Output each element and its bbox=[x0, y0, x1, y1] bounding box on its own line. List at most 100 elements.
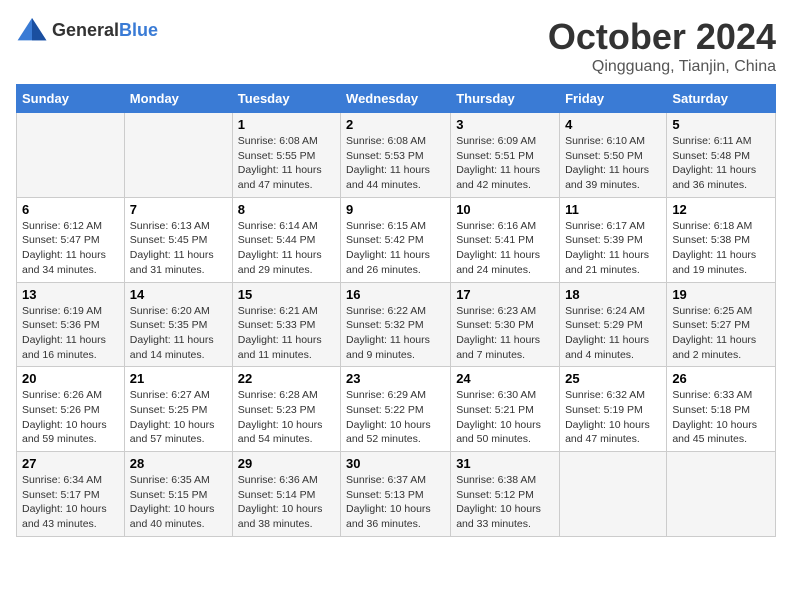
daylight-text: Daylight: 10 hours and 54 minutes. bbox=[238, 419, 323, 446]
calendar-cell: 25 Sunrise: 6:32 AM Sunset: 5:19 PM Dayl… bbox=[560, 367, 667, 452]
day-info: Sunrise: 6:23 AM Sunset: 5:30 PM Dayligh… bbox=[456, 304, 554, 363]
day-info: Sunrise: 6:09 AM Sunset: 5:51 PM Dayligh… bbox=[456, 134, 554, 193]
weekday-header-saturday: Saturday bbox=[667, 85, 776, 113]
calendar-week-row: 27 Sunrise: 6:34 AM Sunset: 5:17 PM Dayl… bbox=[17, 452, 776, 537]
sunset-text: Sunset: 5:14 PM bbox=[238, 489, 316, 501]
daylight-text: Daylight: 11 hours and 24 minutes. bbox=[456, 249, 540, 276]
day-number: 5 bbox=[672, 117, 770, 132]
sunset-text: Sunset: 5:45 PM bbox=[130, 234, 208, 246]
sunset-text: Sunset: 5:48 PM bbox=[672, 150, 750, 162]
sunrise-text: Sunrise: 6:10 AM bbox=[565, 135, 645, 147]
day-number: 15 bbox=[238, 287, 335, 302]
daylight-text: Daylight: 10 hours and 33 minutes. bbox=[456, 503, 541, 530]
calendar-cell: 29 Sunrise: 6:36 AM Sunset: 5:14 PM Dayl… bbox=[232, 452, 340, 537]
sunrise-text: Sunrise: 6:34 AM bbox=[22, 474, 102, 486]
day-number: 28 bbox=[130, 456, 227, 471]
daylight-text: Daylight: 11 hours and 4 minutes. bbox=[565, 334, 649, 361]
sunrise-text: Sunrise: 6:21 AM bbox=[238, 305, 318, 317]
daylight-text: Daylight: 11 hours and 14 minutes. bbox=[130, 334, 214, 361]
calendar-cell: 10 Sunrise: 6:16 AM Sunset: 5:41 PM Dayl… bbox=[451, 197, 560, 282]
day-info: Sunrise: 6:28 AM Sunset: 5:23 PM Dayligh… bbox=[238, 388, 335, 447]
day-info: Sunrise: 6:26 AM Sunset: 5:26 PM Dayligh… bbox=[22, 388, 119, 447]
day-info: Sunrise: 6:12 AM Sunset: 5:47 PM Dayligh… bbox=[22, 219, 119, 278]
logo: GeneralBlue bbox=[16, 16, 158, 44]
daylight-text: Daylight: 10 hours and 40 minutes. bbox=[130, 503, 215, 530]
calendar-cell: 30 Sunrise: 6:37 AM Sunset: 5:13 PM Dayl… bbox=[341, 452, 451, 537]
calendar-cell: 9 Sunrise: 6:15 AM Sunset: 5:42 PM Dayli… bbox=[341, 197, 451, 282]
calendar-week-row: 20 Sunrise: 6:26 AM Sunset: 5:26 PM Dayl… bbox=[17, 367, 776, 452]
sunset-text: Sunset: 5:44 PM bbox=[238, 234, 316, 246]
day-info: Sunrise: 6:30 AM Sunset: 5:21 PM Dayligh… bbox=[456, 388, 554, 447]
sunset-text: Sunset: 5:22 PM bbox=[346, 404, 424, 416]
calendar-cell: 22 Sunrise: 6:28 AM Sunset: 5:23 PM Dayl… bbox=[232, 367, 340, 452]
day-number: 10 bbox=[456, 202, 554, 217]
sunrise-text: Sunrise: 6:18 AM bbox=[672, 220, 752, 232]
day-number: 30 bbox=[346, 456, 445, 471]
day-number: 4 bbox=[565, 117, 661, 132]
day-number: 14 bbox=[130, 287, 227, 302]
day-number: 17 bbox=[456, 287, 554, 302]
daylight-text: Daylight: 10 hours and 57 minutes. bbox=[130, 419, 215, 446]
day-number: 21 bbox=[130, 371, 227, 386]
day-info: Sunrise: 6:15 AM Sunset: 5:42 PM Dayligh… bbox=[346, 219, 445, 278]
logo-text: GeneralBlue bbox=[52, 20, 158, 41]
sunrise-text: Sunrise: 6:24 AM bbox=[565, 305, 645, 317]
day-info: Sunrise: 6:32 AM Sunset: 5:19 PM Dayligh… bbox=[565, 388, 661, 447]
sunset-text: Sunset: 5:27 PM bbox=[672, 319, 750, 331]
sunset-text: Sunset: 5:47 PM bbox=[22, 234, 100, 246]
calendar-cell: 14 Sunrise: 6:20 AM Sunset: 5:35 PM Dayl… bbox=[124, 282, 232, 367]
daylight-text: Daylight: 11 hours and 2 minutes. bbox=[672, 334, 756, 361]
month-title: October 2024 bbox=[548, 16, 776, 58]
sunset-text: Sunset: 5:15 PM bbox=[130, 489, 208, 501]
daylight-text: Daylight: 10 hours and 38 minutes. bbox=[238, 503, 323, 530]
sunset-text: Sunset: 5:36 PM bbox=[22, 319, 100, 331]
daylight-text: Daylight: 11 hours and 29 minutes. bbox=[238, 249, 322, 276]
calendar-cell bbox=[124, 113, 232, 198]
daylight-text: Daylight: 11 hours and 11 minutes. bbox=[238, 334, 322, 361]
calendar-cell: 28 Sunrise: 6:35 AM Sunset: 5:15 PM Dayl… bbox=[124, 452, 232, 537]
sunrise-text: Sunrise: 6:25 AM bbox=[672, 305, 752, 317]
sunrise-text: Sunrise: 6:11 AM bbox=[672, 135, 751, 147]
sunrise-text: Sunrise: 6:37 AM bbox=[346, 474, 426, 486]
day-info: Sunrise: 6:18 AM Sunset: 5:38 PM Dayligh… bbox=[672, 219, 770, 278]
day-info: Sunrise: 6:08 AM Sunset: 5:55 PM Dayligh… bbox=[238, 134, 335, 193]
weekday-header-monday: Monday bbox=[124, 85, 232, 113]
daylight-text: Daylight: 11 hours and 36 minutes. bbox=[672, 164, 756, 191]
sunset-text: Sunset: 5:53 PM bbox=[346, 150, 424, 162]
daylight-text: Daylight: 11 hours and 42 minutes. bbox=[456, 164, 540, 191]
daylight-text: Daylight: 10 hours and 59 minutes. bbox=[22, 419, 107, 446]
day-info: Sunrise: 6:34 AM Sunset: 5:17 PM Dayligh… bbox=[22, 473, 119, 532]
sunset-text: Sunset: 5:33 PM bbox=[238, 319, 316, 331]
sunset-text: Sunset: 5:51 PM bbox=[456, 150, 534, 162]
location-title: Qingguang, Tianjin, China bbox=[548, 58, 776, 76]
sunrise-text: Sunrise: 6:08 AM bbox=[346, 135, 426, 147]
day-number: 13 bbox=[22, 287, 119, 302]
sunset-text: Sunset: 5:18 PM bbox=[672, 404, 750, 416]
logo-blue: Blue bbox=[119, 20, 158, 40]
day-number: 19 bbox=[672, 287, 770, 302]
sunrise-text: Sunrise: 6:30 AM bbox=[456, 389, 536, 401]
sunrise-text: Sunrise: 6:26 AM bbox=[22, 389, 102, 401]
calendar-cell: 27 Sunrise: 6:34 AM Sunset: 5:17 PM Dayl… bbox=[17, 452, 125, 537]
sunrise-text: Sunrise: 6:17 AM bbox=[565, 220, 645, 232]
day-number: 2 bbox=[346, 117, 445, 132]
calendar-week-row: 13 Sunrise: 6:19 AM Sunset: 5:36 PM Dayl… bbox=[17, 282, 776, 367]
sunrise-text: Sunrise: 6:27 AM bbox=[130, 389, 210, 401]
sunset-text: Sunset: 5:25 PM bbox=[130, 404, 208, 416]
daylight-text: Daylight: 11 hours and 7 minutes. bbox=[456, 334, 540, 361]
logo-general: General bbox=[52, 20, 119, 40]
daylight-text: Daylight: 10 hours and 52 minutes. bbox=[346, 419, 431, 446]
day-number: 16 bbox=[346, 287, 445, 302]
day-info: Sunrise: 6:19 AM Sunset: 5:36 PM Dayligh… bbox=[22, 304, 119, 363]
sunset-text: Sunset: 5:42 PM bbox=[346, 234, 424, 246]
calendar-cell: 1 Sunrise: 6:08 AM Sunset: 5:55 PM Dayli… bbox=[232, 113, 340, 198]
daylight-text: Daylight: 11 hours and 26 minutes. bbox=[346, 249, 430, 276]
day-info: Sunrise: 6:27 AM Sunset: 5:25 PM Dayligh… bbox=[130, 388, 227, 447]
calendar-cell: 16 Sunrise: 6:22 AM Sunset: 5:32 PM Dayl… bbox=[341, 282, 451, 367]
weekday-header-wednesday: Wednesday bbox=[341, 85, 451, 113]
sunset-text: Sunset: 5:19 PM bbox=[565, 404, 643, 416]
day-number: 6 bbox=[22, 202, 119, 217]
day-number: 7 bbox=[130, 202, 227, 217]
calendar-cell: 20 Sunrise: 6:26 AM Sunset: 5:26 PM Dayl… bbox=[17, 367, 125, 452]
day-number: 9 bbox=[346, 202, 445, 217]
